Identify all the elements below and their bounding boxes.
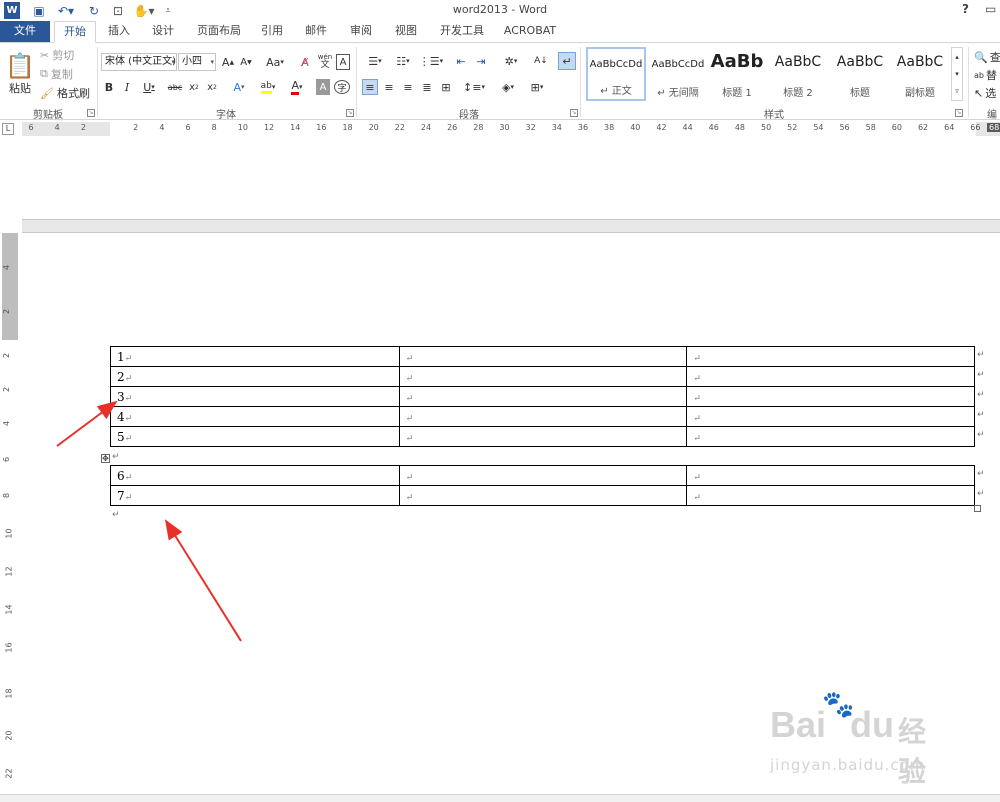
watermark-url: jingyan.baidu.com: [770, 756, 926, 774]
tab-home[interactable]: 开始: [54, 21, 96, 43]
horizontal-scrollbar[interactable]: [0, 794, 1000, 802]
watermark-brand-2: du: [850, 704, 894, 745]
annotation-arrows: [56, 400, 242, 642]
arrow-to-split-table: [164, 519, 242, 642]
watermark-cn: 经验: [898, 715, 927, 788]
watermark-brand: Bai: [770, 704, 827, 745]
arrow-to-row-3: [56, 400, 118, 447]
word-window: W ▣ ↶▾ ↻ ⊡ ✋▾ ⩡ word2013 - Word ? ▭ 文件 开…: [0, 0, 1000, 802]
